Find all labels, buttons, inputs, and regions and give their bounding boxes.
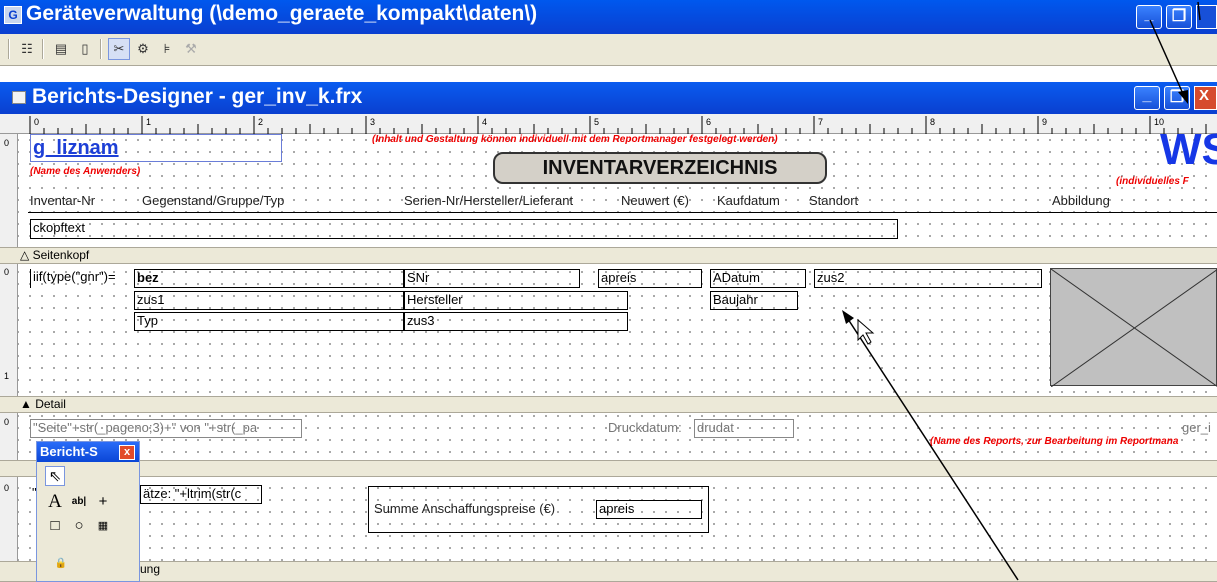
disabled-icon: ⚒ [185,41,197,56]
tools-icon[interactable]: ✂ [108,38,130,60]
lock-icon[interactable]: 🔒 [51,554,71,574]
liznam-field[interactable]: g_liznam [30,134,282,162]
field-tool-icon[interactable]: ab| [69,492,89,512]
vertical-ruler: 0 0 1 0 0 [0,134,18,582]
column-header-neuwert[interactable]: Neuwert (€) [621,193,689,208]
band-label: ung [140,562,161,576]
zus3-field[interactable]: zus3 [404,312,628,331]
designer-icon [12,91,26,104]
column-header-inventar[interactable]: Inventar-Nr [30,193,95,208]
ruler-label: 3 [370,117,375,127]
report-title-box[interactable]: INVENTARVERZEICHNIS [493,152,827,184]
ruler-label: 9 [1042,117,1047,127]
hersteller-field[interactable]: Hersteller [404,291,628,310]
band-seitenkopf[interactable]: △ Seitenkopf [0,247,1217,264]
ruler-label: 6 [706,117,711,127]
minimize-button[interactable]: _ [1136,5,1162,29]
picture-placeholder[interactable] [1050,268,1217,387]
column-header-kaufdatum[interactable]: Kaufdatum [717,193,780,208]
rectangle-tool-icon[interactable]: □ [45,516,65,536]
band-arrow-icon: ▲ [20,397,36,411]
summe-label[interactable]: Summe Anschaffungspreise (€) [374,501,555,516]
toolbar-separator [42,39,44,59]
iif-field[interactable]: iif(type("gnr")= [30,269,134,288]
vruler-label: 0 [4,417,10,427]
ruler-label: 8 [930,117,935,127]
report-name-note: (Name des Reports, zur Bearbeitung im Re… [930,436,1179,447]
zus1-field[interactable]: zus1 [134,291,404,310]
page-number-field[interactable]: "Seite"+str(_pageno;3)+" von "+str(_pa [30,419,302,438]
band-detail[interactable]: ▲ Detail [0,396,1217,413]
column-header-abbildung[interactable]: Abbildung [1052,193,1110,208]
designer-restore-button[interactable]: ❐ [1164,86,1190,110]
ruler-label: 2 [258,117,263,127]
top-note: (Inhalt und Gestaltung können individuel… [372,134,778,145]
band-summary[interactable]: ung [0,561,1217,582]
vruler-label: 0 [4,267,10,277]
band-arrow-icon: △ [20,248,33,262]
user-note: (Name des Anwenders) [30,166,141,177]
toolbar-separator [100,39,102,59]
header-divider-line[interactable] [28,212,1217,213]
logo-text: WS [1160,125,1217,174]
app-title: Geräteverwaltung (\demo_geraete_kompakt\… [26,2,538,25]
ruler-label: 1 [146,117,151,127]
typ-field[interactable]: Typ [134,312,404,331]
line-tool-icon[interactable]: + [93,492,113,512]
drudat-field[interactable]: drudat [694,419,794,438]
designer-minimize-button[interactable]: _ [1134,86,1160,110]
app-titlebar: G Geräteverwaltung (\demo_geraete_kompak… [0,0,1217,34]
pointer-tool-icon[interactable]: ⇖ [45,466,65,486]
label-tool-icon[interactable]: A [45,492,65,512]
settings-icon[interactable]: ⚙ [132,38,154,60]
ruler-label: 0 [34,117,39,127]
vruler-label: 0 [4,138,10,148]
bez-field[interactable]: bez [134,269,404,288]
ruler-label: 5 [594,117,599,127]
designer-title: Berichts-Designer - ger_inv_k.frx [32,85,363,108]
ruler-label: 7 [818,117,823,127]
saetze-field[interactable]: ätze: "+ltrim(str(c [140,485,262,504]
band-footer[interactable] [0,460,1217,477]
close-button[interactable] [1196,5,1217,29]
druckdatum-label[interactable]: Druckdatum: [608,420,682,435]
align-icon[interactable]: ⊧ [156,38,178,60]
palette-close-button[interactable]: x [119,445,135,460]
summe-apreis-field[interactable]: apreis [596,500,702,519]
report-controls-palette[interactable]: Bericht-S x ⇖ A ab| + □ ○ ▦ 🔒 [36,441,140,582]
vruler-label: 1 [4,371,10,381]
toolbar-grip [8,39,10,59]
app-icon: G [4,6,22,24]
band-label: Detail [35,397,66,411]
ckopftext-field[interactable]: ckopftext [30,219,898,239]
designer-titlebar: Berichts-Designer - ger_inv_k.frx _ ❐ X [0,82,1217,114]
snr-field[interactable]: SNr [404,269,580,288]
column-header-serien[interactable]: Serien-Nr/Hersteller/Lieferant [404,193,573,208]
picture-tool-icon[interactable]: ▦ [93,516,113,536]
baujahr-field[interactable]: Baujahr [710,291,798,310]
document-icon[interactable]: ▯ [74,38,96,60]
report-name-field[interactable]: ger_i [1182,420,1211,435]
vruler-label: 0 [4,483,10,493]
designer-close-button[interactable]: X [1194,86,1217,110]
zus2-field[interactable]: zus2 [814,269,1042,288]
logo-note: (individuelles F [1116,176,1189,187]
column-header-gegenstand[interactable]: Gegenstand/Gruppe/Typ [142,193,284,208]
app-toolbar: ☷ ▤ ▯ ✂ ⚙ ⊧ ⚒ [0,34,1217,66]
ruler-label: 4 [482,117,487,127]
band-label: Seitenkopf [32,248,90,262]
horizontal-ruler: 0 1 2 3 4 5 6 7 8 9 10 [0,114,1217,134]
palette-title: Bericht-S [40,444,98,459]
rounded-rectangle-tool-icon[interactable]: ○ [69,516,89,536]
apreis-field[interactable]: apreis [598,269,702,288]
list-icon[interactable]: ☷ [16,38,38,60]
network-icon[interactable]: ▤ [50,38,72,60]
column-header-standort[interactable]: Standort [809,193,858,208]
adatum-field[interactable]: ADatum [710,269,806,288]
restore-button[interactable]: ❐ [1166,5,1192,29]
